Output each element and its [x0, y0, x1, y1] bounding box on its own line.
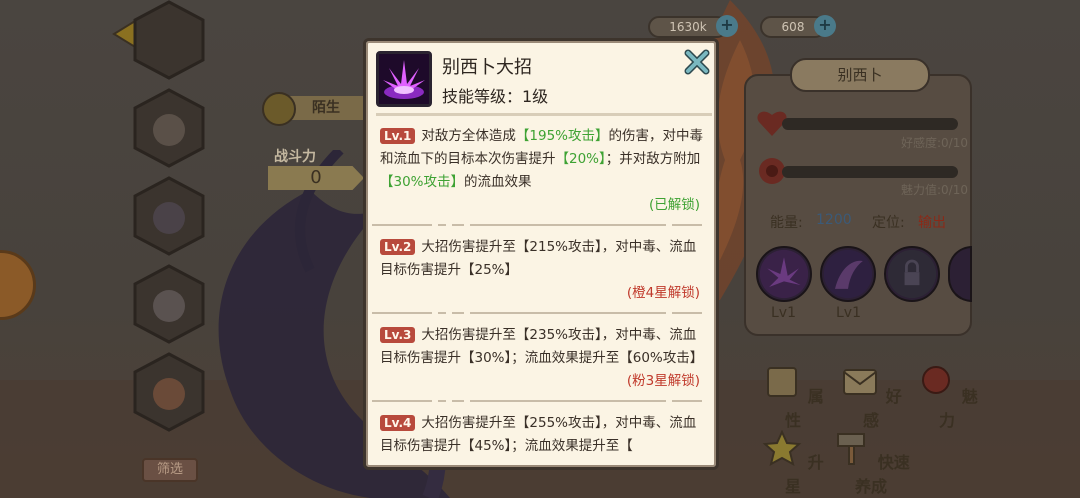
currency-gold: 1630k + [648, 15, 738, 38]
level-description: Lv.1 对敌方全体造成【195%攻击】的伤害，对中毒和流血下的目标本次伤害提升【… [380, 125, 706, 194]
affection-label: 好感度:0/10 [901, 136, 968, 150]
skill-name: 别西卜大招 [442, 57, 532, 78]
desc-text: 的流血效果 [464, 174, 532, 190]
hero-slot[interactable] [133, 0, 205, 80]
skill-level: 技能等级：1级 [442, 87, 549, 106]
burst-icon [759, 249, 809, 299]
role-label: 定位: [872, 215, 905, 231]
level-description: Lv.3 大招伤害提升至【235%攻击】，对中毒、流血目标伤害提升【30%】；流血… [380, 324, 706, 370]
combat-power-value: 0 [268, 166, 364, 190]
relationship-tag: 陌生 [262, 92, 372, 126]
desc-text: 对敌方全体造成 [421, 128, 516, 144]
charm-label: 魅力值:0/10 [901, 183, 968, 197]
affection-bar [782, 118, 958, 130]
affection-button[interactable]: 好感 [836, 364, 906, 431]
currency-gold-value: 1630k [669, 20, 707, 34]
role-value: 输出 [918, 215, 946, 231]
desc-text: ；并对敌方附加 [605, 151, 701, 167]
side-menu-button[interactable] [0, 250, 36, 320]
level-tag: Lv.3 [380, 327, 416, 343]
skill-slot-locked[interactable] [884, 246, 940, 302]
burst-icon [379, 54, 429, 104]
level-tag: Lv.2 [380, 239, 416, 255]
unlock-status: (粉3星解锁) [626, 373, 700, 389]
add-gem-button[interactable]: + [814, 15, 836, 37]
hero-slot[interactable] [133, 264, 205, 344]
rose-icon [922, 366, 951, 394]
desc-highlight: 【30%攻击】 [380, 174, 465, 190]
skill-detail-modal: 别西卜大招 技能等级：1级 Lv.1 对敌方全体造成【195%攻击】的伤害，对中毒… [363, 38, 719, 470]
skill-slot[interactable] [756, 246, 812, 302]
level-entry: Lv.1 对敌方全体造成【195%攻击】的伤害，对中毒和流血下的目标本次伤害提升【… [366, 119, 716, 216]
hero-name: 别西卜 [790, 58, 930, 92]
combat-power-label: 战斗力 [274, 149, 316, 165]
unlock-status: (橙4星解锁) [626, 285, 700, 301]
claw-icon [823, 249, 873, 299]
modal-header: 别西卜大招 技能等级：1级 [366, 41, 716, 115]
close-icon[interactable] [684, 49, 710, 75]
star-icon [762, 429, 802, 466]
currency-gem: 608 + [760, 15, 836, 38]
relationship-label: 陌生 [290, 96, 370, 120]
level-tag: Lv.1 [380, 128, 416, 144]
charm-bar [782, 166, 958, 178]
energy-value: 1200 [816, 212, 852, 228]
hammer-icon [837, 433, 866, 465]
desc-highlight: 【20%】 [555, 151, 606, 167]
hero-slot[interactable] [133, 88, 205, 168]
level-description: Lv.4 大招伤害提升至【255%攻击】，对中毒、流血目标伤害提升【45%】；流血… [380, 412, 706, 458]
lock-icon [887, 249, 937, 299]
header-divider [376, 113, 712, 116]
energy-label: 能量: [770, 215, 803, 231]
charm-button[interactable]: 魅力 [912, 364, 982, 431]
combat-power: 战斗力 0 [268, 146, 364, 190]
currency-gem-value: 608 [781, 20, 805, 34]
hero-slot[interactable] [133, 352, 205, 432]
scroll-icon [767, 367, 798, 397]
hero-slot[interactable] [133, 176, 205, 256]
desc-text: 大招伤害提升至【255%攻击】，对中毒、流血目标伤害提升【45%】；流血效果提升… [380, 415, 697, 454]
skill-icon [376, 51, 432, 107]
level-entry: Lv.4 大招伤害提升至【255%攻击】，对中毒、流血目标伤害提升【45%】；流血… [366, 406, 716, 458]
filter-button[interactable]: 筛选 [142, 458, 198, 482]
skill-level: Lv1 [836, 305, 861, 321]
quick-train-button[interactable]: 快速养成 [826, 430, 916, 497]
skull-icon [262, 92, 296, 126]
hero-list [133, 0, 209, 440]
level-entry: Lv.2 大招伤害提升至【215%攻击】，对中毒、流血目标伤害提升【25%】 (橙… [366, 230, 716, 304]
desc-text: 大招伤害提升至【215%攻击】，对中毒、流血目标伤害提升【25%】 [380, 239, 697, 278]
divider [372, 308, 710, 318]
level-tag: Lv.4 [380, 415, 416, 431]
star-up-button[interactable]: 升星 [758, 429, 828, 497]
add-gold-button[interactable]: + [716, 15, 738, 37]
level-description: Lv.2 大招伤害提升至【215%攻击】，对中毒、流血目标伤害提升【25%】 [380, 236, 706, 282]
skill-level: Lv1 [771, 305, 796, 321]
skill-slot[interactable] [820, 246, 876, 302]
divider [372, 396, 710, 406]
level-entry: Lv.3 大招伤害提升至【235%攻击】，对中毒、流血目标伤害提升【30%】；流血… [366, 318, 716, 392]
skill-level-list: Lv.1 对敌方全体造成【195%攻击】的伤害，对中毒和流血下的目标本次伤害提升【… [366, 119, 716, 458]
unlock-status: (已解锁) [648, 197, 700, 213]
divider [372, 220, 710, 230]
letter-icon [843, 369, 878, 395]
attributes-button[interactable]: 属性 [758, 364, 828, 431]
desc-text: 大招伤害提升至【235%攻击】，对中毒、流血目标伤害提升【30%】；流血效果提升… [380, 327, 704, 366]
desc-highlight: 【195%攻击】 [515, 128, 609, 144]
